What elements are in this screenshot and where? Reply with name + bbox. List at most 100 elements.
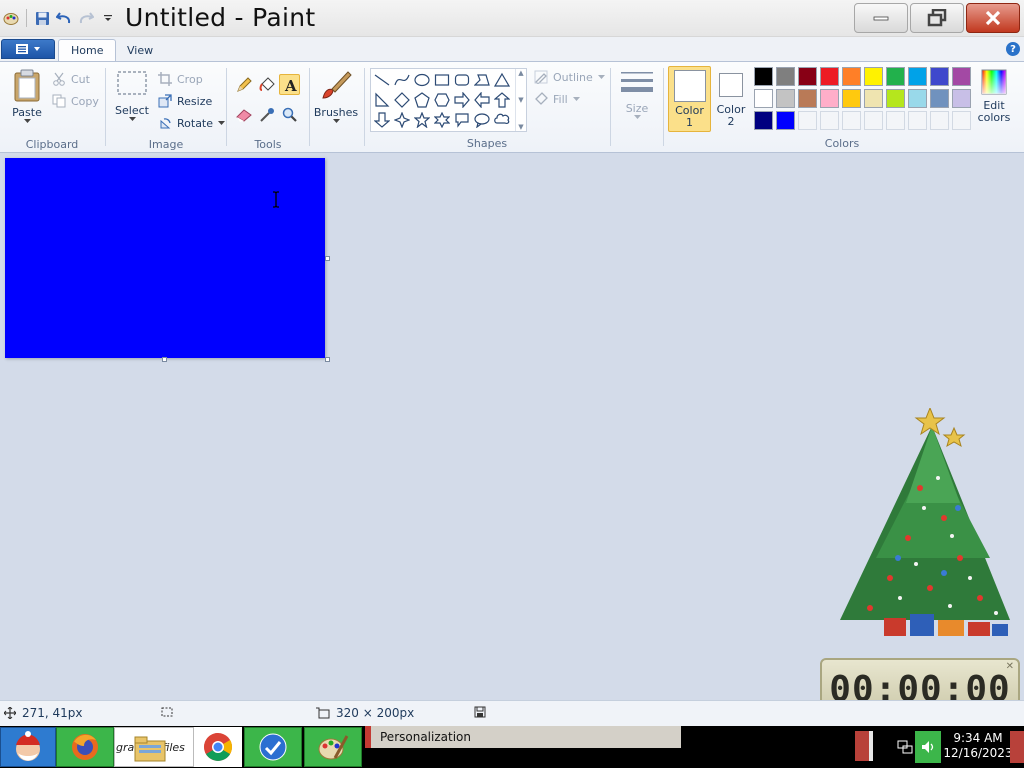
palette-swatch[interactable] xyxy=(952,89,971,108)
palette-swatch[interactable] xyxy=(776,67,795,86)
palette-swatch[interactable] xyxy=(798,111,817,130)
canvas-resize-handle-corner[interactable] xyxy=(325,357,330,362)
pentagon-shape[interactable] xyxy=(412,90,432,110)
up-arrow-shape[interactable] xyxy=(492,90,512,110)
minimize-button[interactable] xyxy=(854,3,908,33)
tray-app-icon[interactable] xyxy=(855,731,873,761)
palette-swatch[interactable] xyxy=(842,111,861,130)
down-arrow-shape[interactable] xyxy=(372,110,392,130)
palette-swatch[interactable] xyxy=(776,111,795,130)
close-icon[interactable]: ✕ xyxy=(1006,661,1014,672)
taskbar-firefox[interactable] xyxy=(56,727,114,767)
palette-swatch[interactable] xyxy=(754,111,773,130)
outline-button[interactable]: Outline xyxy=(534,68,605,86)
start-button[interactable] xyxy=(0,727,56,767)
help-icon[interactable]: ? xyxy=(1006,42,1020,56)
drawing-canvas[interactable] xyxy=(5,158,325,358)
tray-clock[interactable]: 9:34 AM 12/16/2023 xyxy=(943,731,1013,761)
triangle-shape[interactable] xyxy=(492,70,512,90)
taskbar-paint[interactable] xyxy=(304,727,362,767)
palette-swatch[interactable] xyxy=(952,67,971,86)
fill-button[interactable]: Fill xyxy=(534,90,580,108)
taskbar-app[interactable] xyxy=(244,727,302,767)
taskbar-task-personalization[interactable]: Personalization xyxy=(365,726,681,748)
palette-swatch[interactable] xyxy=(930,89,949,108)
right-arrow-shape[interactable] xyxy=(452,90,472,110)
five-point-star-shape[interactable] xyxy=(412,110,432,130)
four-point-star-shape[interactable] xyxy=(392,110,412,130)
customize-qat-icon[interactable] xyxy=(99,8,117,28)
palette-swatch[interactable] xyxy=(908,67,927,86)
crop-button[interactable]: Crop xyxy=(158,70,203,88)
palette-swatch[interactable] xyxy=(908,89,927,108)
fill-tool[interactable] xyxy=(256,74,277,95)
rotate-button[interactable]: Rotate xyxy=(158,114,226,132)
palette-swatch[interactable] xyxy=(754,89,773,108)
color-picker-tool[interactable] xyxy=(256,104,277,125)
line-shape[interactable] xyxy=(372,70,392,90)
copy-button[interactable]: Copy xyxy=(52,92,99,110)
canvas-workspace[interactable]: 00:00:00 ✕ xyxy=(0,153,1024,721)
paste-button[interactable]: Paste xyxy=(8,68,46,124)
palette-swatch[interactable] xyxy=(952,111,971,130)
six-point-star-shape[interactable] xyxy=(432,110,452,130)
gallery-expand-icon[interactable]: ▼ xyxy=(518,123,523,131)
palette-swatch[interactable] xyxy=(908,111,927,130)
polygon-shape[interactable] xyxy=(472,70,492,90)
size-button[interactable]: Size xyxy=(615,68,659,120)
scroll-up-icon[interactable]: ▲ xyxy=(518,69,523,77)
pencil-tool[interactable] xyxy=(233,74,254,95)
color1-button[interactable]: Color 1 xyxy=(668,66,711,132)
canvas-resize-handle-bottom[interactable] xyxy=(162,357,167,362)
edit-colors-button[interactable]: Edit colors xyxy=(975,68,1013,124)
rounded-callout-shape[interactable] xyxy=(452,110,472,130)
restore-button[interactable] xyxy=(910,3,964,33)
redo-icon[interactable] xyxy=(77,8,95,28)
save-icon[interactable] xyxy=(33,8,51,28)
brushes-button[interactable]: Brushes xyxy=(313,68,359,124)
resize-button[interactable]: Resize xyxy=(158,92,212,110)
palette-swatch[interactable] xyxy=(930,111,949,130)
right-triangle-shape[interactable] xyxy=(372,90,392,110)
cut-button[interactable]: Cut xyxy=(52,70,90,88)
tab-view[interactable]: View xyxy=(115,39,165,61)
network-icon[interactable] xyxy=(897,733,913,761)
text-tool[interactable]: A xyxy=(279,74,300,95)
left-arrow-shape[interactable] xyxy=(472,90,492,110)
palette-swatch[interactable] xyxy=(798,89,817,108)
oval-shape[interactable] xyxy=(412,70,432,90)
volume-icon[interactable] xyxy=(915,731,941,763)
canvas-resize-handle-right[interactable] xyxy=(325,256,330,261)
magnifier-tool[interactable] xyxy=(279,104,300,125)
eraser-tool[interactable] xyxy=(233,104,254,125)
palette-swatch[interactable] xyxy=(864,111,883,130)
taskbar-file-explorer[interactable]: gra d files xyxy=(114,727,194,767)
palette-swatch[interactable] xyxy=(820,89,839,108)
close-button[interactable] xyxy=(966,3,1020,33)
palette-swatch[interactable] xyxy=(886,67,905,86)
palette-swatch[interactable] xyxy=(842,89,861,108)
hexagon-shape[interactable] xyxy=(432,90,452,110)
diamond-shape[interactable] xyxy=(392,90,412,110)
palette-swatch[interactable] xyxy=(864,89,883,108)
rectangle-shape[interactable] xyxy=(432,70,452,90)
tab-home[interactable]: Home xyxy=(58,39,117,61)
taskbar-chrome[interactable] xyxy=(194,727,242,767)
select-button[interactable]: Select xyxy=(112,70,152,122)
palette-swatch[interactable] xyxy=(864,67,883,86)
palette-swatch[interactable] xyxy=(842,67,861,86)
paint-app-icon[interactable] xyxy=(2,8,20,28)
palette-swatch[interactable] xyxy=(798,67,817,86)
curve-shape[interactable] xyxy=(392,70,412,90)
cloud-callout-shape[interactable] xyxy=(492,110,512,130)
palette-swatch[interactable] xyxy=(886,89,905,108)
scroll-down-icon[interactable]: ▼ xyxy=(518,96,523,104)
palette-swatch[interactable] xyxy=(820,67,839,86)
oval-callout-shape[interactable] xyxy=(472,110,492,130)
palette-swatch[interactable] xyxy=(820,111,839,130)
undo-icon[interactable] xyxy=(55,8,73,28)
color2-button[interactable]: Color 2 xyxy=(713,66,749,132)
paint-menu-button[interactable] xyxy=(1,39,55,59)
show-desktop-button[interactable] xyxy=(1010,731,1024,763)
rounded-rectangle-shape[interactable] xyxy=(452,70,472,90)
